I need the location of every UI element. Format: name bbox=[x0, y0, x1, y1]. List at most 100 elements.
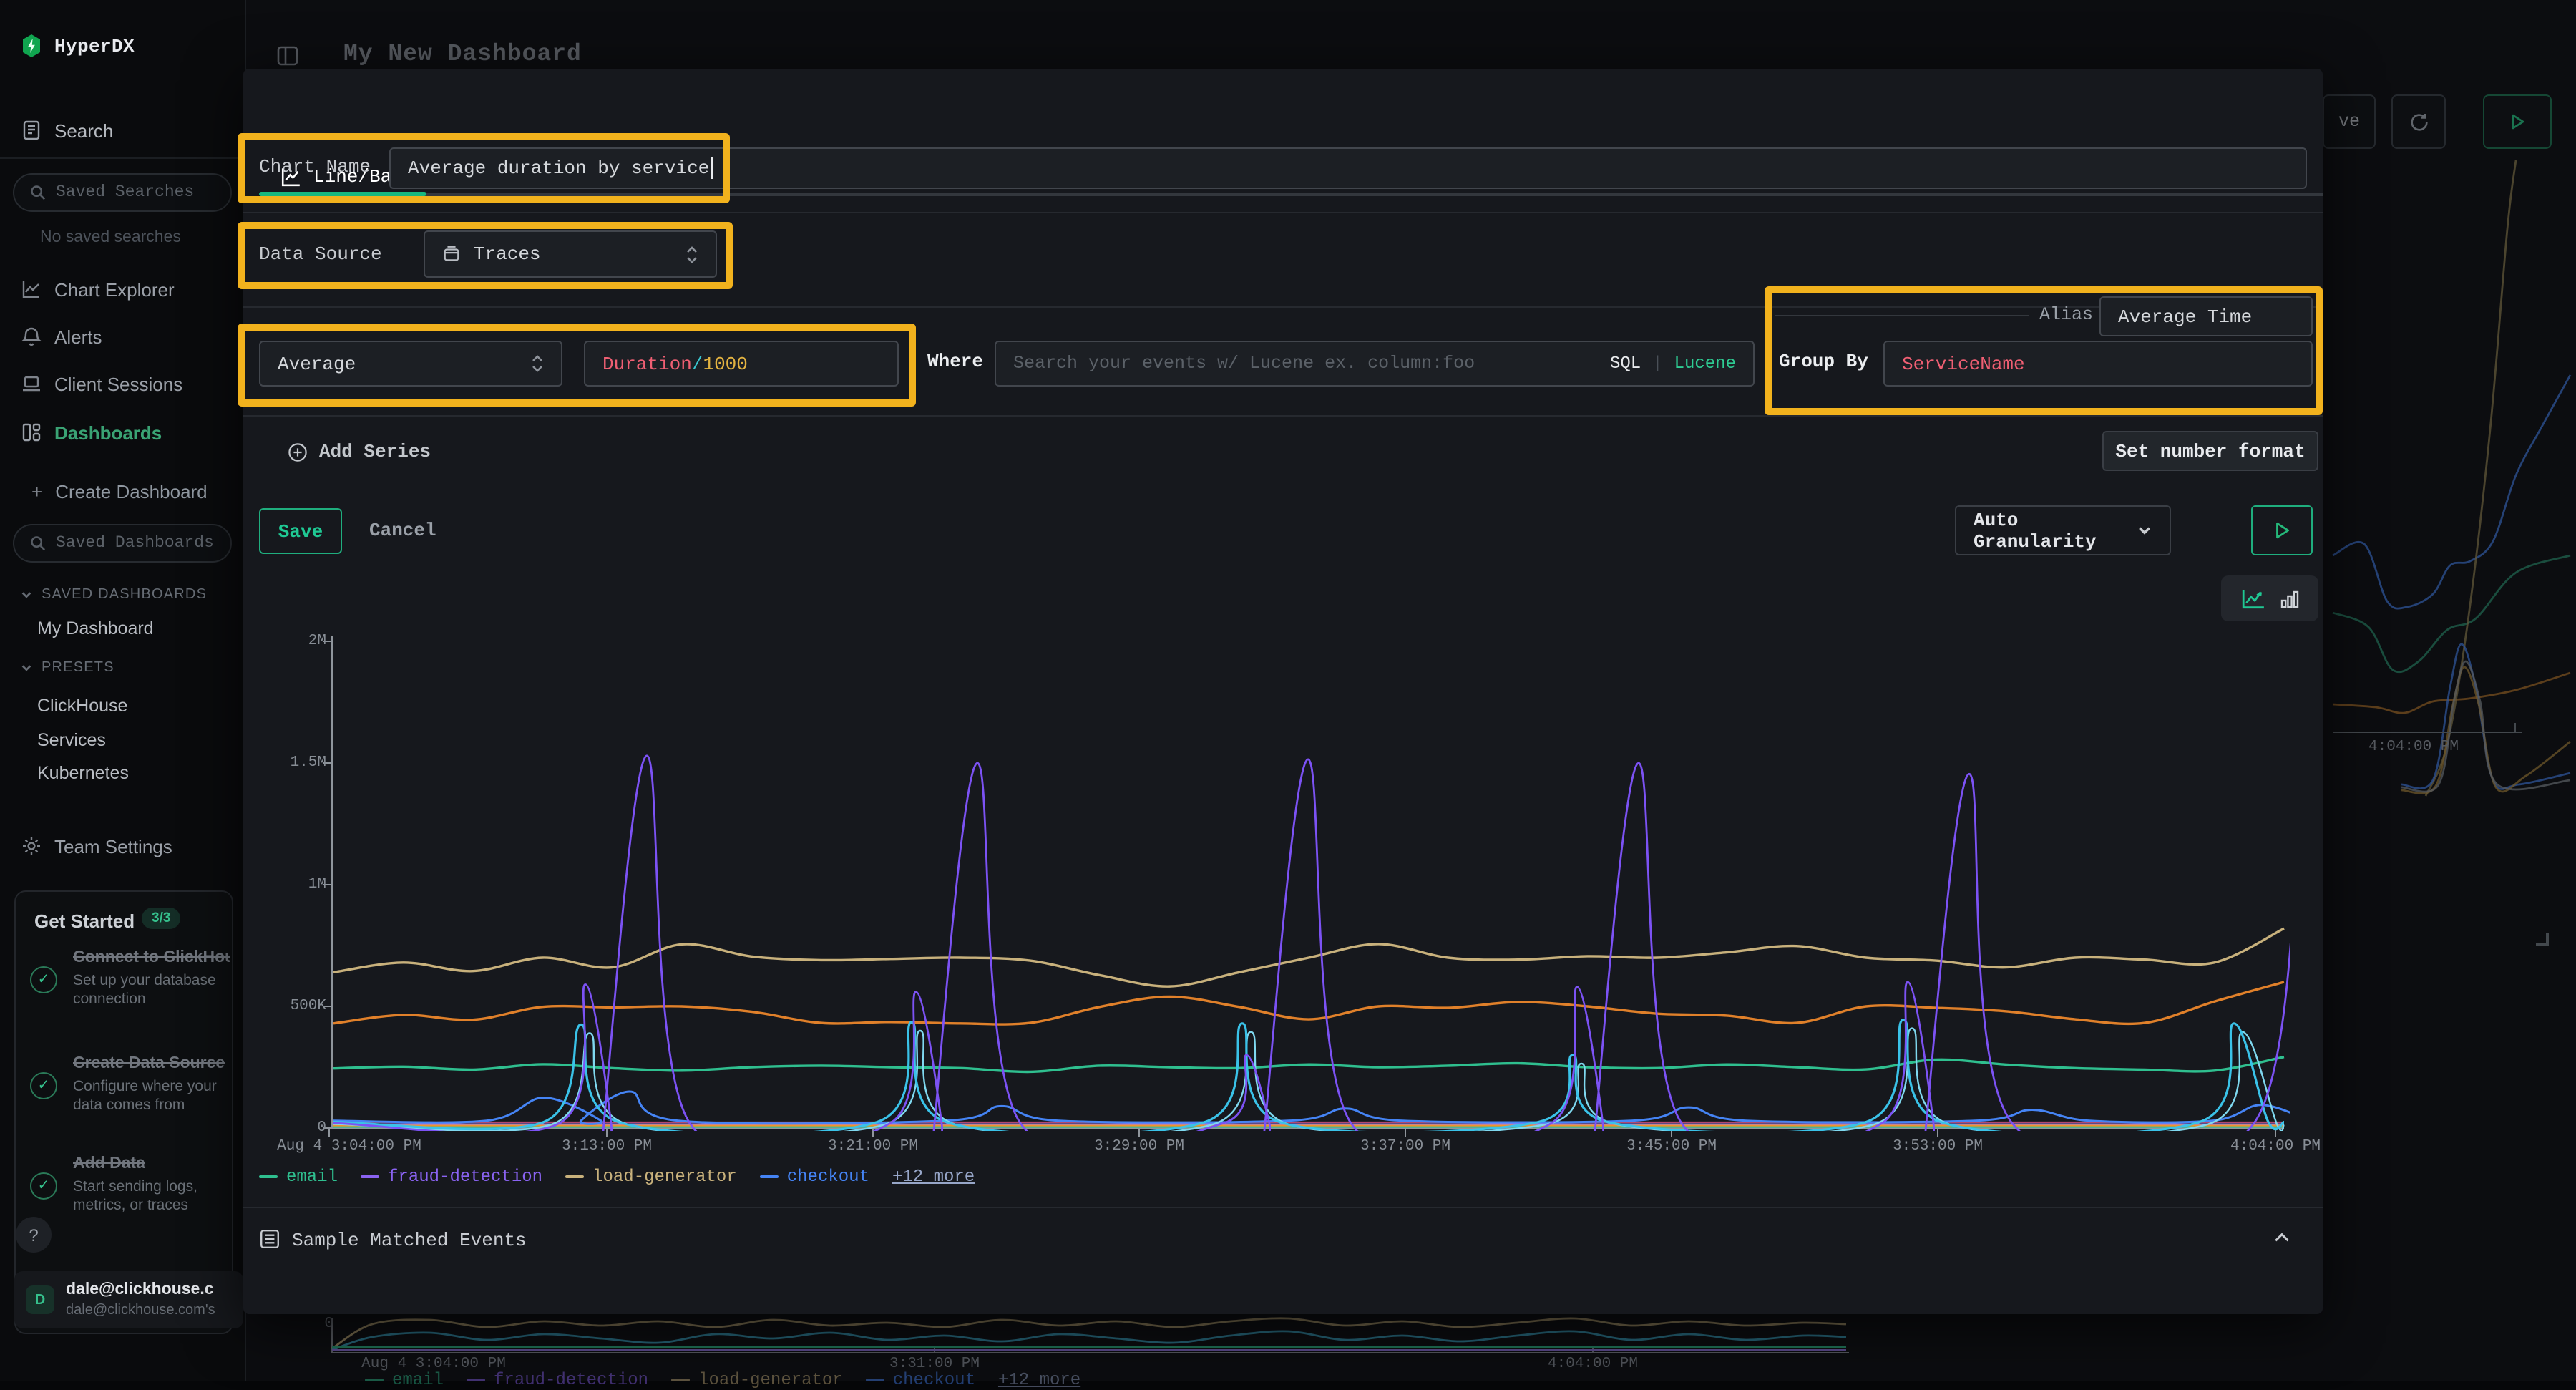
main-chart bbox=[243, 616, 2323, 1145]
group-by-input[interactable]: ServiceName bbox=[1883, 341, 2313, 387]
tab-underline-rest bbox=[426, 193, 2323, 195]
sidebar-item-create-dashboard[interactable]: + Create Dashboard bbox=[0, 477, 246, 505]
legend-item[interactable]: email bbox=[365, 1370, 444, 1390]
run-chart-button[interactable] bbox=[2251, 505, 2313, 555]
x-tick-label: Aug 4 3:04:00 PM bbox=[277, 1138, 421, 1155]
where-label: Where bbox=[927, 351, 983, 372]
legend-label: email bbox=[286, 1167, 338, 1187]
field-name: Duration bbox=[602, 353, 692, 374]
help-button[interactable]: ? bbox=[16, 1217, 52, 1253]
lucene-mode-toggle[interactable]: Lucene bbox=[1674, 354, 1736, 374]
check-circle-icon: ✓ bbox=[30, 1172, 57, 1200]
legend-item[interactable]: checkout bbox=[866, 1370, 975, 1390]
chart-line-icon bbox=[20, 278, 42, 300]
sidebar-item-my-dashboard[interactable]: My Dashboard bbox=[37, 618, 154, 638]
legend-label: email bbox=[392, 1370, 444, 1390]
saved-dashboards-input[interactable]: Saved Dashboards bbox=[13, 524, 232, 563]
legend-more-link[interactable]: +12 more bbox=[998, 1370, 1080, 1390]
legend-item[interactable]: load-generator bbox=[671, 1370, 843, 1390]
legend-dash bbox=[671, 1379, 690, 1381]
granularity-select[interactable]: Auto Granularity bbox=[1955, 505, 2171, 555]
sidebar-item-label: Create Dashboard bbox=[55, 480, 207, 502]
chart-type-toggle[interactable] bbox=[2221, 575, 2318, 621]
user-menu[interactable]: D dale@clickhouse.c dale@clickhouse.com'… bbox=[14, 1271, 243, 1328]
legend-label: fraud-detection bbox=[494, 1370, 648, 1390]
cancel-button[interactable]: Cancel bbox=[369, 520, 436, 541]
chevron-down-icon bbox=[20, 588, 33, 601]
page-title: My New Dashboard bbox=[343, 40, 582, 67]
save-dashboard-button-partial[interactable]: ve bbox=[2323, 94, 2376, 149]
legend-item[interactable]: load-generator bbox=[565, 1167, 737, 1187]
field-expression-input[interactable]: Duration/1000 bbox=[584, 341, 899, 387]
legend-dash bbox=[365, 1379, 384, 1381]
get-started-badge: 3/3 bbox=[142, 908, 180, 929]
x-tick-label: 3:29:00 PM bbox=[1094, 1138, 1184, 1155]
section-presets[interactable]: PRESETS bbox=[20, 660, 114, 676]
hyperdx-logo-icon bbox=[20, 35, 42, 57]
chart-name-value: Average duration by service bbox=[408, 157, 709, 179]
get-started-item-title[interactable]: Connect to ClickHouse bbox=[73, 949, 230, 966]
play-icon bbox=[2509, 113, 2526, 130]
plus-circle-icon bbox=[288, 442, 308, 462]
sidebar-item-clickhouse[interactable]: ClickHouse bbox=[37, 696, 127, 716]
legend-item[interactable]: checkout bbox=[760, 1167, 869, 1187]
group-by-value: ServiceName bbox=[1902, 353, 2025, 374]
run-query-button[interactable] bbox=[2483, 94, 2552, 149]
search-icon bbox=[30, 535, 46, 551]
alias-input[interactable]: Average Time bbox=[2099, 296, 2313, 336]
alias-label: Alias bbox=[2039, 305, 2093, 325]
sidebar-item-client-sessions[interactable]: Client Sessions bbox=[0, 369, 246, 398]
chevron-down-icon bbox=[20, 661, 33, 674]
sidebar-item-search[interactable]: Search bbox=[0, 116, 246, 145]
sidebar-item-team-settings[interactable]: Team Settings bbox=[0, 832, 246, 860]
line-chart-icon bbox=[2240, 588, 2265, 609]
where-search-input[interactable]: Search your events w/ Lucene ex. column:… bbox=[995, 341, 1755, 387]
x-tick-label: 3:37:00 PM bbox=[1360, 1138, 1450, 1155]
field-denominator: 1000 bbox=[703, 353, 747, 374]
legend-item[interactable]: fraud-detection bbox=[467, 1370, 648, 1390]
legend-more-link[interactable]: +12 more bbox=[892, 1167, 975, 1187]
x-tick-label: 3:53:00 PM bbox=[1893, 1138, 1983, 1155]
save-button[interactable]: Save bbox=[259, 508, 342, 554]
sidebar-collapse-icon[interactable] bbox=[276, 44, 299, 67]
brand-logo-row[interactable]: HyperDX bbox=[0, 31, 246, 60]
legend-item[interactable]: email bbox=[259, 1167, 338, 1187]
aggregation-select[interactable]: Average bbox=[259, 341, 562, 387]
get-started-item-title[interactable]: Create Data Source bbox=[73, 1055, 230, 1072]
legend-label: checkout bbox=[893, 1370, 975, 1390]
saved-searches-input[interactable]: Saved Searches bbox=[13, 173, 232, 212]
sql-mode-toggle[interactable]: SQL bbox=[1610, 354, 1641, 374]
sidebar-item-label: Chart Explorer bbox=[54, 278, 175, 300]
sidebar-item-chart-explorer[interactable]: Chart Explorer bbox=[0, 275, 246, 303]
text-cursor bbox=[711, 157, 713, 179]
get-started-item-subtitle: Configure where your data comes from bbox=[73, 1078, 228, 1115]
check-circle-icon: ✓ bbox=[30, 966, 57, 993]
app-root: HyperDX Search Saved Searches No saved s… bbox=[0, 0, 2576, 1381]
legend-item[interactable]: fraud-detection bbox=[361, 1167, 542, 1187]
sidebar-item-alerts[interactable]: Alerts bbox=[0, 322, 246, 351]
refresh-button[interactable] bbox=[2391, 94, 2446, 149]
get-started-item-subtitle: Set up your database connection bbox=[73, 972, 228, 1009]
chart-name-input[interactable]: Average duration by service bbox=[389, 147, 2307, 189]
collapse-section-chevron[interactable] bbox=[2273, 1228, 2291, 1247]
brand-name: HyperDX bbox=[54, 35, 135, 57]
set-number-format-button[interactable]: Set number format bbox=[2102, 431, 2318, 471]
sidebar-item-label: Alerts bbox=[54, 326, 102, 347]
legend-dash bbox=[259, 1175, 278, 1178]
bg-bottom-legend: email fraud-detection load-generator checko… bbox=[365, 1370, 1080, 1390]
section-saved-dashboards[interactable]: SAVED DASHBOARDS bbox=[20, 587, 207, 603]
gear-icon bbox=[20, 835, 42, 857]
data-source-select[interactable]: Traces bbox=[424, 230, 717, 278]
add-series-button[interactable]: Add Series bbox=[288, 441, 431, 462]
plus-icon: + bbox=[31, 480, 42, 502]
saved-dashboards-placeholder: Saved Dashboards bbox=[56, 534, 214, 553]
tile-resize-handle[interactable] bbox=[2536, 933, 2549, 946]
y-tick-label: 500K bbox=[255, 998, 326, 1015]
get-started-item-title[interactable]: Add Data bbox=[73, 1155, 145, 1172]
x-tick-label: 3:13:00 PM bbox=[562, 1138, 652, 1155]
sidebar-item-services[interactable]: Services bbox=[37, 730, 106, 750]
sidebar-item-kubernetes[interactable]: Kubernetes bbox=[37, 763, 129, 783]
chart-editor-modal: Line/Bar Table 123 Number Search Markdow… bbox=[243, 69, 2323, 1314]
legend-label: checkout bbox=[787, 1167, 869, 1187]
sidebar-item-dashboards[interactable]: Dashboards bbox=[0, 418, 246, 447]
